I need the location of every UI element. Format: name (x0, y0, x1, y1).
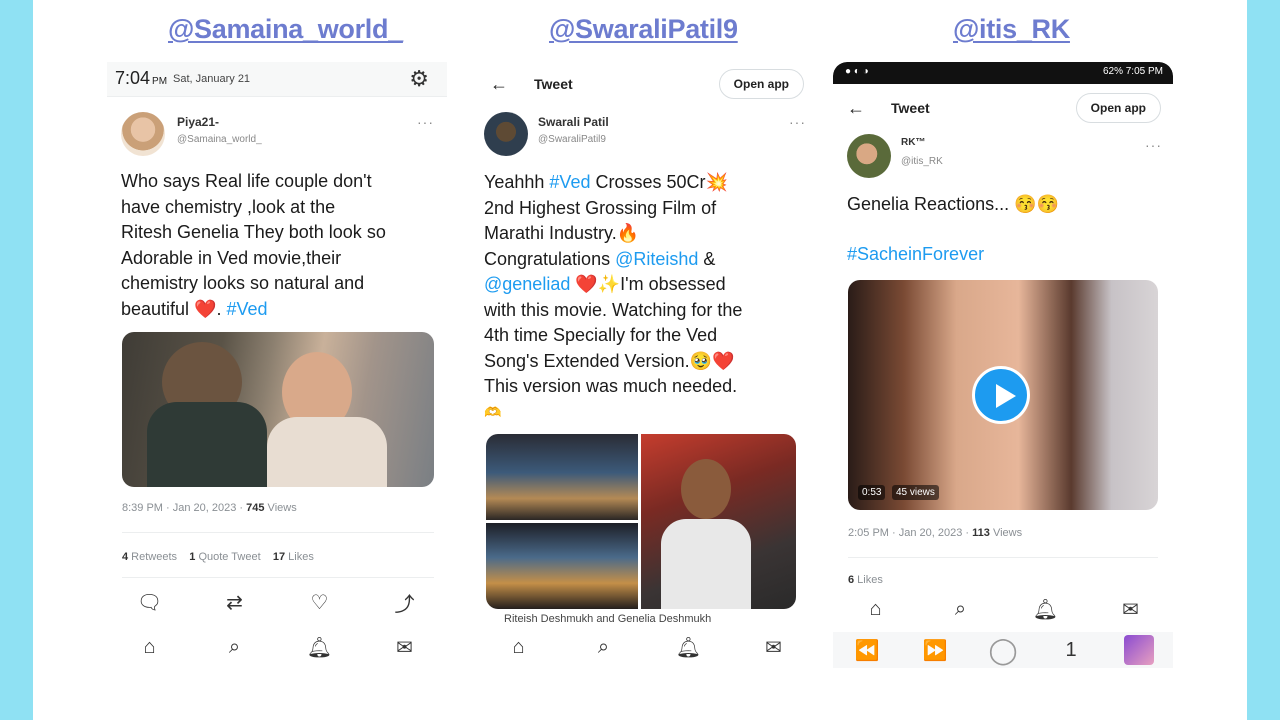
tweet-photo[interactable] (122, 332, 434, 487)
tweet-video[interactable]: 0:53 45 views (848, 280, 1158, 510)
header-title: Tweet (534, 76, 573, 92)
avatar[interactable] (121, 112, 165, 156)
engagement-stats[interactable]: 6 Likes (848, 574, 883, 586)
back-arrow-icon[interactable]: ← (490, 74, 514, 95)
tweet-header: ← Tweet Open app (476, 62, 816, 106)
hashtag-link[interactable]: #Ved (226, 299, 267, 319)
tweet-text: Genelia Reactions... 😚😚 (847, 194, 1059, 214)
grid-photo-3[interactable] (641, 434, 796, 609)
phone-screenshot-3: ● ◐ ◑ 62% 7:05 PM ← Tweet Open app RK™ @… (833, 62, 1173, 688)
retweet-icon[interactable]: ⇄ (220, 590, 250, 615)
home-icon[interactable]: ⌂ (861, 598, 891, 621)
divider (122, 577, 434, 578)
video-views: 45 views (892, 485, 939, 500)
divider (848, 557, 1158, 558)
tweet-timestamp: 8:39 PM · Jan 20, 2023 · 745 Views (122, 502, 297, 514)
play-button[interactable] (972, 366, 1030, 424)
tweet-photo-grid (486, 434, 796, 609)
video-duration: 0:53 (858, 485, 886, 500)
user-handle[interactable]: @SwaraliPatil9 (538, 134, 606, 145)
search-icon[interactable]: ⌕ (589, 636, 619, 659)
handle-caption-3[interactable]: @itis_RK (953, 14, 1070, 45)
status-time: 7:04 PM (115, 68, 168, 88)
collage-board: @Samaina_world_ @SwaraliPatil9 @itis_RK … (33, 0, 1247, 720)
status-bar: ● ◐ ◑ 62% 7:05 PM (833, 62, 1173, 84)
share-icon[interactable]: ⤴ (390, 588, 420, 617)
hashtag-link[interactable]: #Ved (549, 172, 590, 192)
tweet-action-bar: 🗨 ⇄ ♡ ⤴ (107, 588, 447, 617)
bottom-nav: ⌂ ⌕ 🔔︎ ✉ (476, 632, 816, 662)
tweet-text: Who says Real life couple don't have che… (121, 171, 386, 319)
divider (122, 532, 434, 533)
user-handle[interactable]: @Samaina_world_ (177, 134, 262, 145)
search-icon[interactable]: ⌕ (220, 636, 250, 659)
home-icon[interactable]: ⌂ (504, 636, 534, 659)
search-icon[interactable]: ⌕ (946, 598, 976, 621)
user-display-name[interactable]: RK™ (901, 137, 925, 148)
header-title: Tweet (891, 100, 930, 116)
grid-photo-2[interactable] (486, 523, 638, 609)
open-app-button[interactable]: Open app (1075, 93, 1161, 123)
tweet-text: Yeahhh #Ved Crosses 50Cr💥 2nd Highest Gr… (484, 172, 743, 420)
photo-figure-person-shirt (661, 519, 751, 609)
notifications-icon[interactable]: 🔔︎ (305, 635, 335, 660)
media-counter: 1 (1065, 638, 1077, 661)
phone-screenshot-2: ← Tweet Open app Swarali Patil @SwaraliP… (476, 62, 816, 688)
messages-icon[interactable]: ✉ (1116, 597, 1146, 622)
handle-caption-2[interactable]: @SwaraliPatil9 (549, 14, 738, 45)
media-player-controls: ⏪ ⏩ ◯ 1 (833, 632, 1173, 668)
handle-caption-1[interactable]: @Samaina_world_ (168, 14, 403, 45)
status-battery-time: 62% 7:05 PM (1102, 66, 1163, 77)
gear-icon[interactable]: ⚙ (409, 66, 429, 92)
tweet-timestamp: 2:05 PM · Jan 20, 2023 · 113 Views (848, 527, 1023, 539)
open-app-button[interactable]: Open app (718, 69, 804, 99)
fast-forward-icon[interactable]: ⏩ (920, 638, 950, 663)
user-display-name[interactable]: Piya21- (177, 115, 219, 129)
user-display-name[interactable]: Swarali Patil (538, 115, 609, 129)
avatar[interactable] (484, 112, 528, 156)
back-arrow-icon[interactable]: ← (847, 98, 871, 119)
mention-link[interactable]: @geneliad (484, 274, 570, 294)
notifications-icon[interactable]: 🔔︎ (1031, 597, 1061, 622)
status-date: Sat, January 21 (173, 73, 251, 85)
grid-photo-1[interactable] (486, 434, 638, 520)
phone-screenshot-1: 7:04 PM Sat, January 21 ⚙ Piya21- @Samain… (107, 62, 447, 688)
messages-icon[interactable]: ✉ (390, 635, 420, 660)
photo-figure-man-shirt (147, 402, 267, 487)
notifications-icon[interactable]: 🔔︎ (674, 635, 704, 660)
engagement-stats[interactable]: 4 Retweets 1 Quote Tweet 17 Likes (122, 551, 314, 563)
loading-spinner-icon: ◯ (988, 634, 1018, 665)
avatar[interactable] (847, 134, 891, 178)
bottom-nav: ⌂ ⌕ 🔔︎ ✉ (107, 632, 447, 662)
messages-icon[interactable]: ✉ (759, 635, 789, 660)
bottom-nav: ⌂ ⌕ 🔔︎ ✉ (833, 594, 1173, 624)
mention-link[interactable]: @Riteishd (615, 249, 698, 269)
rewind-icon[interactable]: ⏪ (852, 638, 882, 663)
more-options-icon[interactable]: ··· (417, 114, 434, 130)
home-icon[interactable]: ⌂ (135, 636, 165, 659)
tweet-header: ← Tweet Open app (833, 86, 1173, 130)
user-handle[interactable]: @itis_RK (901, 156, 943, 167)
more-options-icon[interactable]: ··· (789, 114, 806, 130)
profile-thumbnail[interactable] (1124, 635, 1154, 665)
photo-figure-person (681, 459, 731, 519)
more-options-icon[interactable]: ··· (1145, 137, 1162, 153)
status-bar: 7:04 PM Sat, January 21 ⚙ (107, 62, 447, 97)
status-icons-left: ● ◐ ◑ (845, 66, 869, 77)
like-icon[interactable]: ♡ (305, 590, 335, 615)
hashtag-link[interactable]: #SacheinForever (847, 242, 984, 268)
reply-icon[interactable]: 🗨 (135, 590, 165, 615)
photo-figure-woman-dress (267, 417, 387, 487)
media-caption: Riteish Deshmukh and Genelia Deshmukh (504, 613, 712, 625)
